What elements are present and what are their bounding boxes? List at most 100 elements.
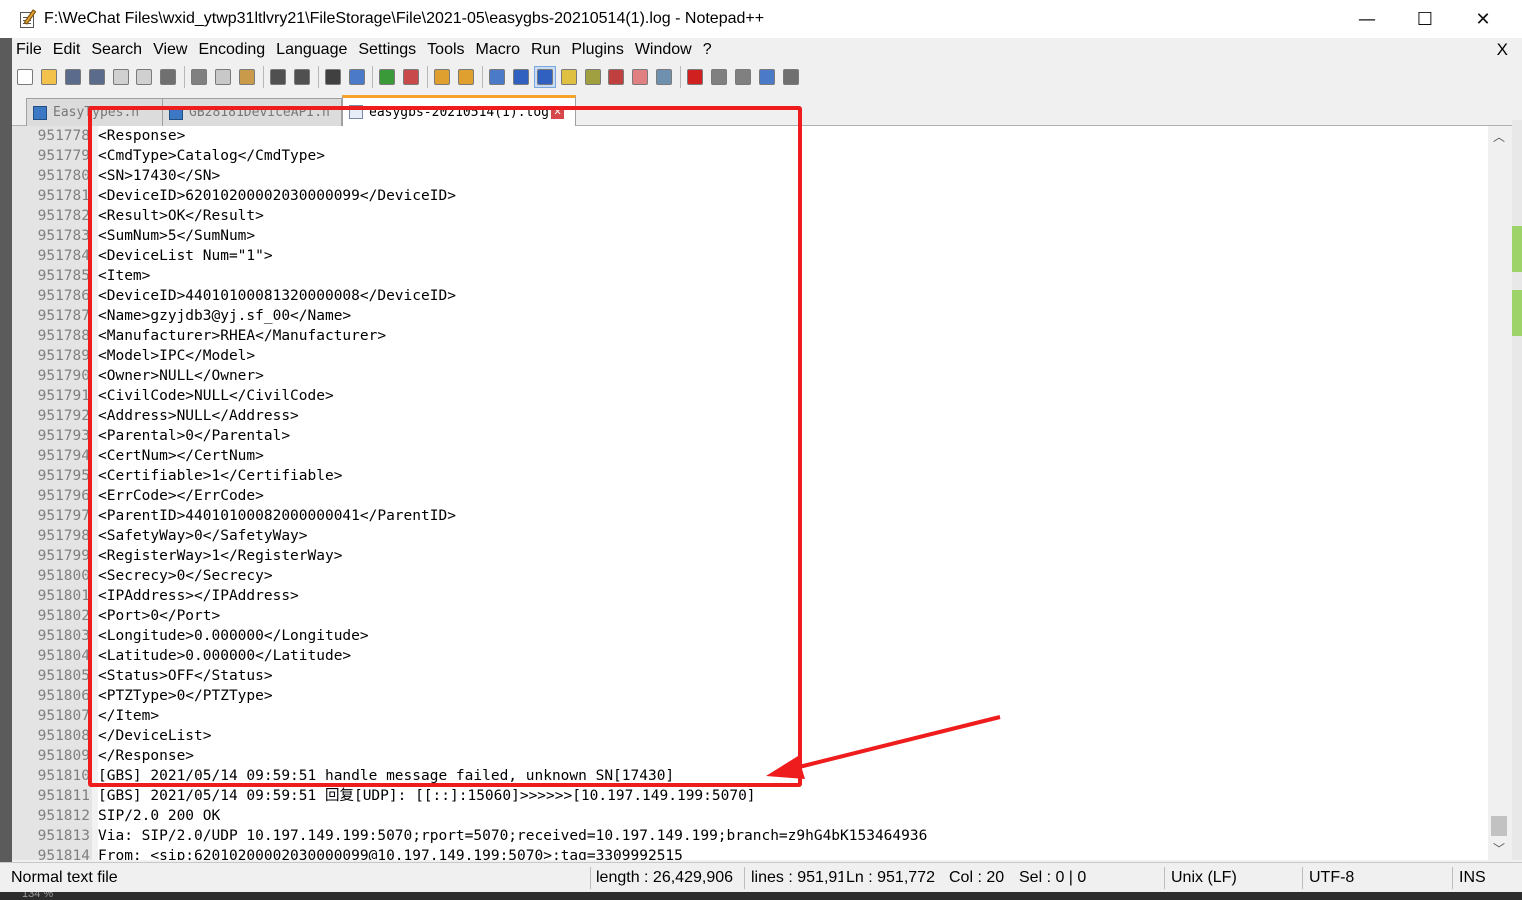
menu-encoding[interactable]: Encoding <box>194 41 269 59</box>
line-number: 951798 <box>37 528 90 544</box>
line-number: 951796 <box>37 488 90 504</box>
menu-plugins[interactable]: Plugins <box>567 41 627 59</box>
sync-horizontal-icon <box>458 69 475 85</box>
status-selection: Sel : 0 | 0 <box>1019 869 1087 886</box>
redo-icon <box>293 69 310 85</box>
line-number: 951789 <box>37 348 90 364</box>
zoom-out-icon <box>403 69 420 85</box>
zoom-level: 134 % <box>22 892 54 900</box>
status-length: length : 26,429,906 <box>596 869 734 886</box>
line-number: 951791 <box>37 388 90 404</box>
close-document-button[interactable]: X <box>1497 40 1508 60</box>
line-number: 951788 <box>37 328 90 344</box>
find-icon <box>324 69 341 85</box>
indent-guide-icon <box>536 69 553 85</box>
menu-tools[interactable]: Tools <box>423 41 468 59</box>
line-text: SIP/2.0 200 OK <box>98 808 221 824</box>
menu-help[interactable]: ? <box>699 41 716 59</box>
find-button[interactable] <box>322 66 344 88</box>
undo-button[interactable] <box>267 66 289 88</box>
zoom-in-button[interactable] <box>376 66 398 88</box>
line-number: 951787 <box>37 308 90 324</box>
window-title: F:\WeChat Files\wxid_ytwp31ltlvry21\File… <box>44 10 765 27</box>
word-wrap-button[interactable] <box>486 66 508 88</box>
scroll-thumb[interactable] <box>1491 816 1507 836</box>
run-macro-multiple-icon <box>758 69 775 85</box>
menu-window[interactable]: Window <box>631 41 696 59</box>
monitoring-button[interactable] <box>653 66 675 88</box>
menu-language[interactable]: Language <box>272 41 351 59</box>
redo-button[interactable] <box>291 66 313 88</box>
save-all-button[interactable] <box>86 66 108 88</box>
paste-icon <box>239 69 256 85</box>
menu-view[interactable]: View <box>149 41 191 59</box>
udl-icon <box>560 69 577 85</box>
indent-guide-button[interactable] <box>533 66 556 88</box>
close-all-button[interactable] <box>133 66 155 88</box>
line-number: 951794 <box>37 448 90 464</box>
saved-file-icon <box>33 105 47 120</box>
scroll-down-icon[interactable]: ﹀ <box>1488 840 1510 858</box>
run-macro-multiple-button[interactable] <box>756 66 778 88</box>
save-all-icon <box>88 69 105 85</box>
title-bar[interactable]: F:\WeChat Files\wxid_ytwp31ltlvry21\File… <box>0 0 1522 38</box>
doc-map-button[interactable] <box>582 66 604 88</box>
open-file-button[interactable] <box>38 66 60 88</box>
menu-bar: File Edit Search View Encoding Language … <box>12 38 1522 62</box>
menu-macro[interactable]: Macro <box>472 41 524 59</box>
minimize-button[interactable]: — <box>1338 0 1396 38</box>
record-macro-button[interactable] <box>684 66 706 88</box>
line-number: 951799 <box>37 548 90 564</box>
function-list-button[interactable] <box>605 66 627 88</box>
play-macro-button[interactable] <box>732 66 754 88</box>
print-icon <box>160 69 177 85</box>
line-number: 951803 <box>37 628 90 644</box>
cut-button[interactable] <box>188 66 210 88</box>
new-file-button[interactable] <box>14 66 36 88</box>
zoom-out-button[interactable] <box>400 66 422 88</box>
copy-button[interactable] <box>212 66 234 88</box>
close-icon <box>112 69 129 85</box>
sync-vertical-button[interactable] <box>431 66 453 88</box>
close-button[interactable] <box>110 66 132 88</box>
new-file-icon <box>17 69 33 85</box>
menu-run[interactable]: Run <box>527 41 564 59</box>
editor-line: 951812 SIP/2.0 200 OK <box>12 806 1488 826</box>
sync-horizontal-button[interactable] <box>455 66 477 88</box>
maximize-button[interactable]: ☐ <box>1396 0 1454 38</box>
close-all-icon <box>136 69 153 85</box>
stop-record-button[interactable] <box>708 66 730 88</box>
line-number: 951806 <box>37 688 90 704</box>
menu-edit[interactable]: Edit <box>49 41 85 59</box>
background-window-strip <box>0 38 12 900</box>
save-button[interactable] <box>62 66 84 88</box>
status-eol[interactable]: Unix (LF) <box>1171 863 1299 893</box>
menu-search[interactable]: Search <box>87 41 146 59</box>
notepad-app-icon <box>18 9 38 29</box>
udl-button[interactable] <box>558 66 580 88</box>
status-encoding[interactable]: UTF-8 <box>1309 863 1449 893</box>
folder-workspace-button[interactable] <box>629 66 651 88</box>
toolbar-separator <box>184 66 186 88</box>
copy-icon <box>215 69 232 85</box>
menu-file[interactable]: File <box>12 41 46 59</box>
doc-map-icon <box>584 69 601 85</box>
line-text: From: <sip:62010200002030000099@10.197.1… <box>98 848 683 860</box>
sync-vertical-icon <box>434 69 451 85</box>
menu-settings[interactable]: Settings <box>354 41 420 59</box>
status-bar: Normal text file length : 26,429,906 lin… <box>0 862 1522 892</box>
vertical-scrollbar[interactable]: ︿ ﹀ <box>1488 126 1510 860</box>
save-macro-button[interactable] <box>780 66 802 88</box>
line-number: 951810 <box>37 768 90 784</box>
line-number: 951805 <box>37 668 90 684</box>
replace-button[interactable] <box>346 66 368 88</box>
background-green-tab <box>1512 226 1522 272</box>
print-button[interactable] <box>157 66 179 88</box>
paste-button[interactable] <box>236 66 258 88</box>
status-column: Col : 20 <box>949 869 1005 886</box>
editor-line: 951814 From: <sip:62010200002030000099@10… <box>12 846 1488 860</box>
line-number: 951793 <box>37 428 90 444</box>
close-window-button[interactable]: ✕ <box>1454 0 1512 38</box>
scroll-up-icon[interactable]: ︿ <box>1488 128 1510 146</box>
show-all-chars-button[interactable] <box>510 66 532 88</box>
